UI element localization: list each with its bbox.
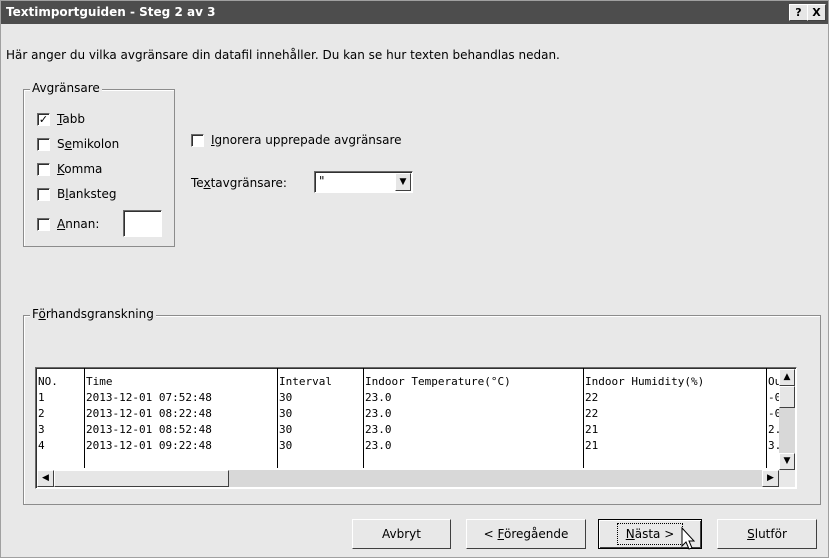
preview-cell: 30 xyxy=(279,439,293,452)
preview-area: NO. Time Interval Indoor Temperature(°C)… xyxy=(35,367,797,489)
title-bar[interactable]: Textimportguiden - Steg 2 av 3 ? X xyxy=(1,1,828,24)
preview-cell: 23.0 xyxy=(365,423,392,436)
space-check-box[interactable] xyxy=(37,187,50,201)
preview-cell: 2013-12-01 09:22:48 xyxy=(86,439,212,452)
column-divider[interactable] xyxy=(84,368,85,468)
preview-cell: 23.0 xyxy=(365,391,392,404)
text-qualifier-select[interactable]: " ▼ xyxy=(314,171,413,193)
preview-cell: 2013-12-01 08:22:48 xyxy=(86,407,212,420)
preview-cell: 2 xyxy=(38,407,45,420)
vertical-scrollbar[interactable]: ▲ ▼ xyxy=(779,369,795,470)
other-delimiter-input[interactable] xyxy=(123,210,162,237)
semicolon-label: Semikolon xyxy=(57,137,120,151)
semicolon-checkbox[interactable]: Semikolon xyxy=(37,136,119,152)
next-button-label: Nästa > xyxy=(616,523,684,545)
column-divider[interactable] xyxy=(277,368,278,468)
other-check-box[interactable] xyxy=(37,217,50,231)
instructions-text: Här anger du vilka avgränsare din datafi… xyxy=(6,48,560,62)
preview-cell: 22 xyxy=(585,391,599,404)
vertical-scroll-thumb[interactable] xyxy=(779,386,795,408)
column-divider[interactable] xyxy=(766,368,767,468)
comma-label: Komma xyxy=(57,162,103,176)
tab-check-icon[interactable]: ✓ xyxy=(37,112,50,126)
preview-cell: 23.0 xyxy=(365,407,392,420)
preview-cell: 2013-12-01 08:52:48 xyxy=(86,423,212,436)
tab-checkbox[interactable]: ✓ Tabb xyxy=(37,111,85,127)
preview-cell: Indoor Humidity(%) xyxy=(585,375,705,388)
tab-label: Tabb xyxy=(57,112,85,126)
cancel-button[interactable]: Avbryt xyxy=(352,519,451,549)
column-divider[interactable] xyxy=(363,368,364,468)
comma-check-box[interactable] xyxy=(37,162,50,176)
ignore-repeated-label: Ignorera upprepade avgränsare xyxy=(211,133,402,147)
preview-cell: NO. xyxy=(38,375,58,388)
preview-cell: 30 xyxy=(279,423,293,436)
window-title: Textimportguiden - Steg 2 av 3 xyxy=(6,5,216,19)
space-checkbox[interactable]: Blanksteg xyxy=(37,186,116,202)
scroll-left-icon[interactable]: ◀ xyxy=(37,470,54,487)
preview-cell: 23.0 xyxy=(365,439,392,452)
text-qualifier-label: Textavgränsare: xyxy=(191,176,287,190)
mouse-cursor-icon xyxy=(681,527,696,550)
preview-cell: Indoor Temperature(°C) xyxy=(365,375,511,388)
preview-cell: 1 xyxy=(38,391,45,404)
preview-cell: 30 xyxy=(279,391,293,404)
column-divider[interactable] xyxy=(583,368,584,468)
scroll-up-icon[interactable]: ▲ xyxy=(779,369,795,386)
text-import-wizard-window: Textimportguiden - Steg 2 av 3 ? X Här a… xyxy=(0,0,829,558)
horizontal-scrollbar[interactable]: ◀ ▶ xyxy=(37,470,779,487)
delimiters-group-label: Avgränsare xyxy=(30,81,102,95)
space-label: Blanksteg xyxy=(57,187,117,201)
preview-cell: 22 xyxy=(585,407,599,420)
preview-cell: 4 xyxy=(38,439,45,452)
scroll-down-icon[interactable]: ▼ xyxy=(779,453,795,470)
ignore-repeated-checkbox[interactable]: Ignorera upprepade avgränsare xyxy=(191,132,402,148)
semicolon-check-box[interactable] xyxy=(37,137,50,151)
preview-cell: 2013-12-01 07:52:48 xyxy=(86,391,212,404)
chevron-down-icon[interactable]: ▼ xyxy=(395,173,411,191)
preview-cell: 21 xyxy=(585,439,599,452)
horizontal-scroll-thumb[interactable] xyxy=(54,470,229,487)
preview-cell: 21 xyxy=(585,423,599,436)
scrollbar-corner xyxy=(779,470,795,487)
preview-cell: 3 xyxy=(38,423,45,436)
preview-cell: Time xyxy=(86,375,113,388)
finish-button[interactable]: Slutför xyxy=(717,519,817,549)
text-qualifier-value: " xyxy=(319,174,325,188)
help-button[interactable]: ? xyxy=(789,4,808,21)
preview-cell: 30 xyxy=(279,407,293,420)
preview-cell: Interval xyxy=(279,375,332,388)
close-button[interactable]: X xyxy=(807,4,826,21)
ignore-repeated-check-box[interactable] xyxy=(191,133,204,147)
preview-group-label: Förhandsgranskning xyxy=(30,307,156,321)
scroll-right-icon[interactable]: ▶ xyxy=(762,470,779,487)
comma-checkbox[interactable]: Komma xyxy=(37,161,102,177)
back-button[interactable]: < Föregående xyxy=(466,519,586,549)
other-label: Annan: xyxy=(57,217,100,231)
other-checkbox[interactable]: Annan: xyxy=(37,216,99,232)
